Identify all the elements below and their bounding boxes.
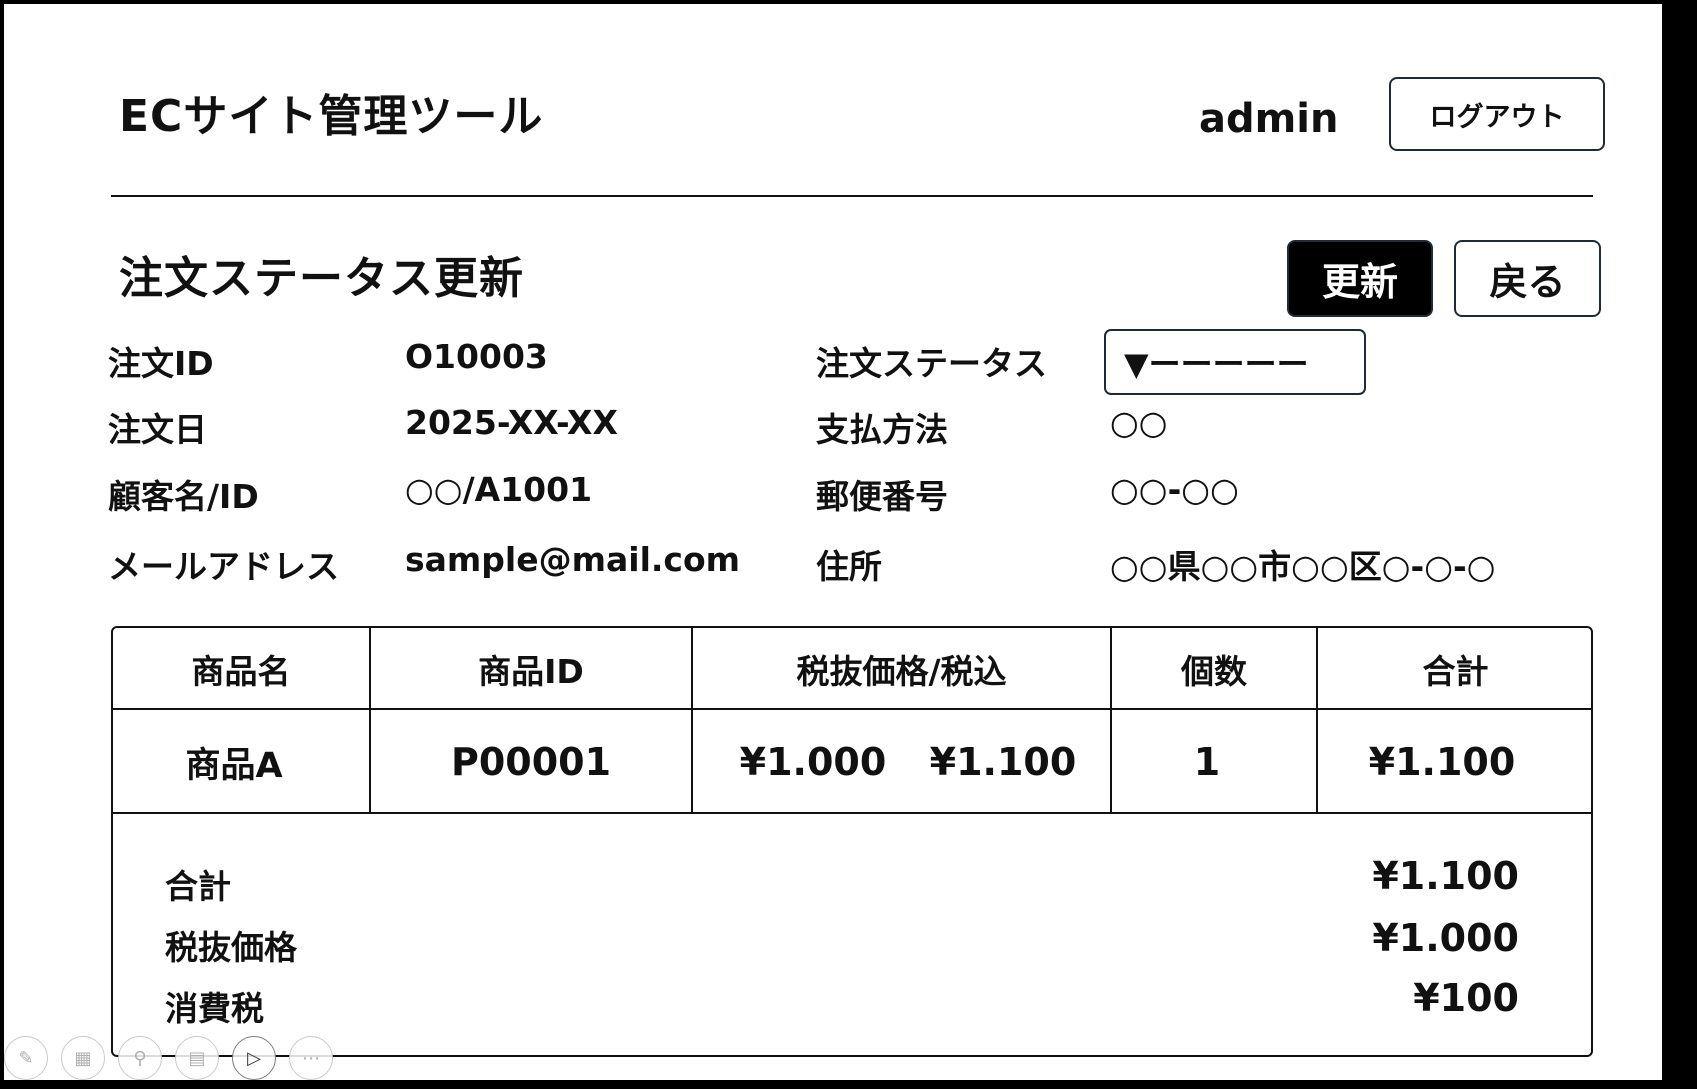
page-title: 注文ステータス更新 [119, 253, 524, 304]
postal-value: ○○-○○ [1110, 470, 1239, 509]
column-header-id: 商品ID [478, 652, 584, 691]
status-label: 注文ステータス [816, 344, 1047, 383]
summary-tax-value: ¥100 [1413, 976, 1519, 1020]
logout-button[interactable]: ログアウト [1389, 77, 1605, 151]
item-name: 商品A [185, 745, 283, 786]
order-id-label: 注文ID [108, 344, 214, 383]
order-items-table: 商品名 商品ID 税抜価格/税込 個数 合計 商品A P00001 ¥1.000… [111, 626, 1593, 1057]
item-price-in-tax: ¥1.100 [929, 740, 1077, 784]
app-window: ECサイト管理ツール admin ログアウト 注文ステータス更新 更新 戻る 注… [4, 4, 1662, 1080]
payment-value: ○○ [1110, 403, 1168, 442]
summary-ex-tax-label: 税抜価格 [165, 928, 297, 967]
customer-value: ○○/A1001 [405, 470, 593, 509]
column-header-price: 税抜価格/税込 [796, 652, 1007, 691]
header-divider [111, 195, 1593, 197]
column-header-quantity: 個数 [1181, 652, 1247, 691]
email-label: メールアドレス [108, 547, 339, 586]
order-date-label: 注文日 [108, 410, 207, 449]
column-header-name: 商品名 [191, 652, 291, 691]
item-quantity: 1 [1193, 740, 1221, 784]
camera-icon[interactable]: ▷ [232, 1036, 276, 1080]
customer-label: 顧客名/ID [108, 477, 259, 516]
item-id: P00001 [450, 740, 612, 784]
user-name: admin [1199, 96, 1339, 142]
summary-ex-tax-value: ¥1.000 [1372, 916, 1519, 960]
app-title: ECサイト管理ツール [119, 91, 544, 142]
update-button[interactable]: 更新 [1287, 240, 1433, 317]
address-label: 住所 [816, 547, 882, 586]
email-value: sample@mail.com [405, 540, 741, 579]
item-total: ¥1.100 [1368, 740, 1516, 784]
order-date-value: 2025-XX-XX [405, 403, 618, 442]
back-button[interactable]: 戻る [1454, 240, 1601, 317]
summary-total-label: 合計 [165, 867, 231, 906]
presentation-toolbar: ✎ ▦ ⚲ ▤ ▷ ⋯ [4, 1036, 333, 1080]
summary-total-value: ¥1.100 [1372, 854, 1519, 898]
subtitles-icon[interactable]: ▤ [175, 1036, 219, 1080]
slides-icon[interactable]: ▦ [61, 1036, 105, 1080]
postal-label: 郵便番号 [816, 477, 948, 516]
order-id-value: O10003 [405, 337, 548, 376]
summary-tax-label: 消費税 [165, 989, 264, 1028]
pen-icon[interactable]: ✎ [4, 1036, 48, 1080]
more-icon[interactable]: ⋯ [289, 1036, 333, 1080]
status-select[interactable]: ▼ーーーーー [1104, 329, 1366, 395]
payment-label: 支払方法 [816, 410, 948, 449]
status-select-value: ▼ーーーーー [1124, 345, 1309, 383]
column-header-total: 合計 [1422, 652, 1489, 691]
address-value: ○○県○○市○○区○-○-○ [1110, 547, 1496, 586]
item-price-ex-tax: ¥1.000 [739, 740, 887, 784]
zoom-icon[interactable]: ⚲ [118, 1036, 162, 1080]
